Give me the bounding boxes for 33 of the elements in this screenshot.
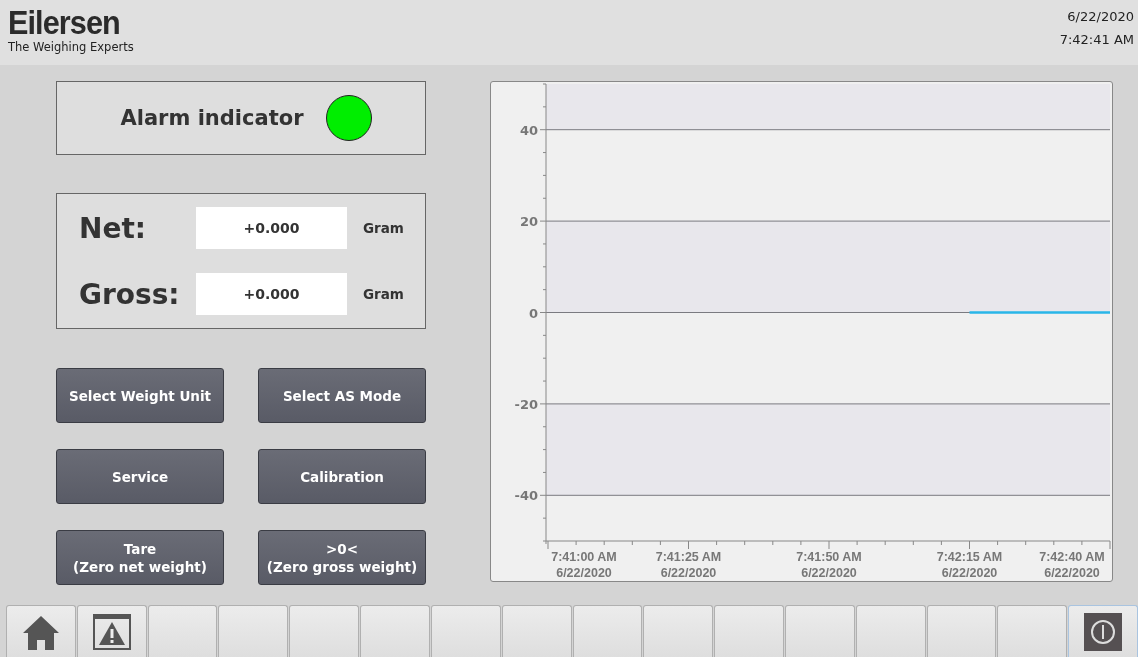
action-button[interactable]: Service (56, 449, 224, 504)
axis-label: -20 (514, 396, 538, 412)
unit-label: Gram (362, 220, 405, 236)
axis-label: -40 (514, 488, 538, 504)
nav-button[interactable] (6, 605, 76, 657)
date: 6/22/2020 (1067, 9, 1134, 24)
action-button[interactable]: >0< (Zero gross weight) (258, 530, 426, 585)
alarm-label: Alarm indicator (120, 106, 304, 130)
axis-label: 7:41:50 AM 6/22/2020 (796, 550, 862, 580)
action-button[interactable]: Calibration (258, 449, 426, 504)
weight-label: Gross: (79, 277, 181, 311)
axis-label: 40 (519, 122, 538, 138)
weight-value-field: +0.000 (196, 273, 347, 315)
nav-button[interactable] (76, 605, 147, 657)
axis-label: 7:42:40 AM 6/22/2020 (1039, 550, 1105, 580)
axis-label: 0 (528, 305, 538, 321)
warning-window-icon (92, 613, 131, 650)
power-icon (1084, 612, 1123, 651)
weight-value-field: +0.000 (196, 207, 347, 249)
tagline: The Weighing Experts (8, 40, 134, 54)
weight-label: Net: (79, 211, 147, 245)
unit-label: Gram (362, 286, 405, 302)
axis-label: 7:42:15 AM 6/22/2020 (936, 550, 1003, 580)
action-button[interactable]: Select Weight Unit (56, 368, 224, 423)
axis-label: 7:41:25 AM 6/22/2020 (655, 550, 722, 580)
time: 7:42:41 AM (1059, 32, 1134, 47)
nav-button[interactable] (1068, 605, 1138, 657)
action-button[interactable]: Select AS Mode (258, 368, 426, 423)
home-icon (21, 613, 60, 650)
axis-label: 20 (519, 214, 538, 230)
action-button[interactable]: Tare (Zero net weight) (56, 530, 224, 585)
logo: Eilersen (8, 4, 121, 40)
axis-label: 7:41:00 AM 6/22/2020 (551, 550, 617, 580)
